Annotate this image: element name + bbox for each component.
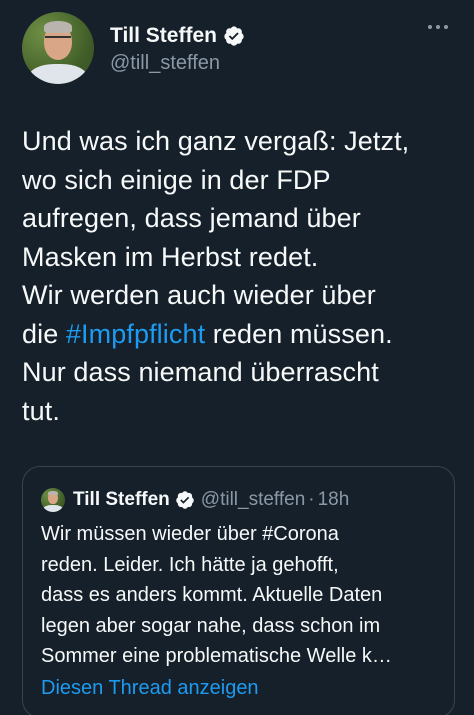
avatar-hair	[48, 491, 58, 495]
tweet-text-segment: Nur dass niemand überrascht	[22, 357, 379, 387]
author-name-row: Till Steffen	[110, 24, 245, 48]
tweet-card: Till Steffen @till_steffen Und was ich g…	[0, 0, 474, 715]
tweet-text: Und was ich ganz vergaß: Jetzt, wo sich e…	[22, 122, 467, 430]
tweet-text-line: aufregen, dass jemand über	[22, 199, 467, 238]
tweet-text-line: wo sich einige in der FDP	[22, 161, 467, 200]
tweet-text-line: Nur dass niemand überrascht	[22, 353, 467, 392]
tweet-text-line: die #Impfpflicht reden müssen.	[22, 315, 467, 354]
separator: ·	[308, 489, 315, 510]
tweet-text-line: Masken im Herbst redet.	[22, 238, 467, 277]
quoted-text-line: Wir müssen wieder über #Corona	[41, 523, 339, 545]
author-avatar[interactable]	[22, 12, 94, 84]
author-names: Till Steffen @till_steffen	[110, 24, 245, 76]
quoted-tweet[interactable]: Till Steffen @till_steffen · 18h Wir müs…	[22, 466, 455, 715]
quoted-tweet-header: Till Steffen @till_steffen · 18h	[41, 487, 349, 513]
tweet-text-segment: Wir werden auch wieder über	[22, 280, 376, 310]
show-thread-link[interactable]: Diesen Thread anzeigen	[41, 677, 259, 700]
tweet-text-segment: Masken im Herbst redet.	[22, 241, 319, 272]
author-display-name[interactable]: Till Steffen	[110, 24, 217, 48]
tweet-header: Till Steffen @till_steffen	[22, 12, 454, 90]
tweet-text-line: tut.	[22, 392, 467, 431]
tweet-text-segment: wo sich einige in der FDP	[22, 164, 331, 195]
quoted-author-display-name: Till Steffen	[73, 489, 170, 510]
tweet-text-segment: tut.	[22, 395, 60, 426]
avatar-glasses	[45, 36, 71, 42]
tweet-text-segment: aufregen, dass jemand über	[22, 203, 361, 233]
quoted-tweet-text: Wir müssen wieder über #Corona reden. Lei…	[41, 519, 446, 672]
tweet-text-segment: Und was ich ganz vergaß: Jetzt,	[22, 126, 410, 156]
avatar-shirt	[29, 63, 87, 84]
quoted-text-line: legen aber sogar nahe, dass schon im	[41, 614, 381, 637]
tweet-text-segment: reden müssen.	[205, 318, 393, 349]
avatar-hair	[43, 21, 73, 33]
more-options-icon[interactable]	[428, 20, 454, 34]
quoted-text-line: Sommer eine problematische Welle k…	[41, 645, 392, 667]
dot	[436, 25, 440, 29]
dot	[428, 25, 432, 29]
quoted-author-handle: @till_steffen	[200, 489, 306, 510]
quoted-text-line: dass es anders kommt. Aktuelle Daten	[41, 584, 383, 606]
quoted-text-line: reden. Leider. Ich hätte ja gehofft,	[41, 553, 339, 576]
quoted-author-avatar	[41, 488, 65, 512]
author-handle[interactable]: @till_steffen	[110, 50, 245, 76]
verified-badge-icon	[176, 491, 194, 509]
avatar-shirt	[43, 505, 63, 512]
tweet-text-line: Und was ich ganz vergaß: Jetzt,	[22, 122, 467, 161]
tweet-text-segment: die	[22, 318, 66, 349]
dot	[444, 25, 448, 29]
verified-badge-icon	[224, 26, 244, 46]
hashtag-link[interactable]: #Impfpflicht	[66, 319, 205, 349]
tweet-text-line: Wir werden auch wieder über	[22, 276, 467, 315]
quoted-timestamp[interactable]: 18h	[318, 489, 350, 511]
